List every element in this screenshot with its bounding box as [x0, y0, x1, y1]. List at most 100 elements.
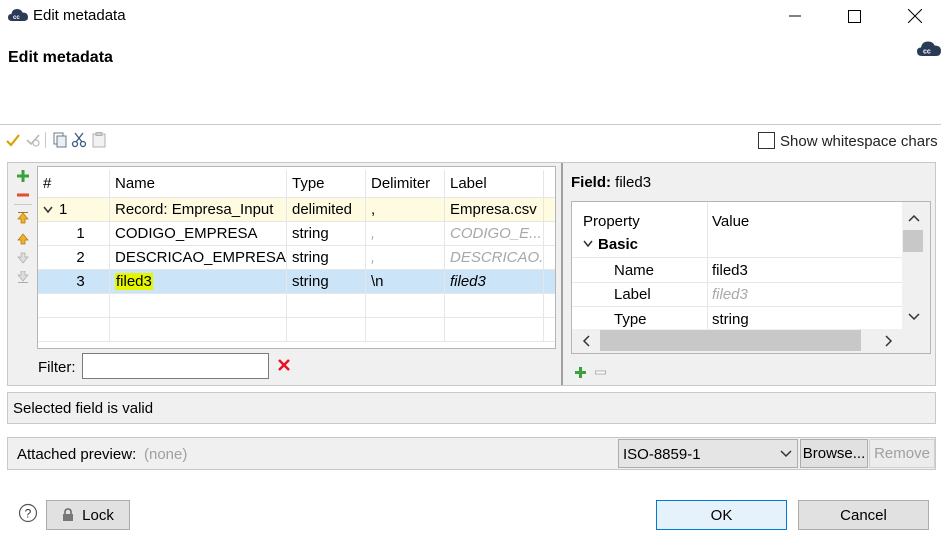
- chevron-left-icon[interactable]: [582, 335, 590, 347]
- remove-button[interactable]: Remove: [869, 439, 935, 468]
- field-name-cell: filed3: [110, 270, 287, 294]
- side-separator: [14, 204, 32, 205]
- add-property-button[interactable]: [575, 365, 586, 378]
- plus-icon: [575, 367, 586, 378]
- column-divider: [707, 202, 708, 329]
- page-title: Edit metadata: [8, 49, 113, 66]
- paste-icon[interactable]: [91, 132, 107, 148]
- record-label: Empresa.csv: [445, 198, 544, 222]
- remove-property-button[interactable]: [595, 365, 606, 376]
- add-field-button[interactable]: [16, 170, 30, 182]
- field-delimiter: ,: [366, 246, 445, 270]
- column-header-value[interactable]: Value: [712, 210, 749, 234]
- column-header-filler: [544, 170, 555, 198]
- field-label: filed3: [445, 270, 544, 294]
- field-delimiter: \n: [366, 270, 445, 294]
- column-header-name[interactable]: Name: [110, 170, 287, 198]
- minus-icon: [595, 370, 606, 375]
- table-row[interactable]: 2 DESCRICAO_EMPRESA string , DESCRICAO..…: [38, 246, 555, 270]
- table-row-selected[interactable]: 3 filed3 string \n filed3: [38, 270, 555, 294]
- browse-button[interactable]: Browse...: [800, 439, 868, 468]
- clear-filter-icon[interactable]: [277, 358, 291, 372]
- preview-value: (none): [144, 446, 188, 463]
- chevron-up-icon[interactable]: [908, 214, 920, 222]
- plus-icon: [17, 170, 29, 182]
- header-divider: [0, 124, 941, 125]
- guess-schema-icon[interactable]: [25, 132, 41, 148]
- lock-button[interactable]: Lock: [46, 500, 130, 530]
- group-basic[interactable]: Basic: [598, 233, 638, 257]
- row-filler: [544, 270, 555, 294]
- cancel-button[interactable]: Cancel: [798, 500, 929, 530]
- close-window-button[interactable]: [892, 0, 938, 32]
- row-filler: [544, 222, 555, 246]
- field-title-prefix: Field:: [571, 174, 611, 191]
- chevron-right-icon[interactable]: [885, 335, 893, 347]
- record-delimiter: ,: [366, 198, 445, 222]
- record-number: 1: [59, 201, 68, 218]
- arrow-down-icon: [17, 252, 29, 264]
- filter-input[interactable]: [82, 353, 269, 379]
- copy-icon[interactable]: [52, 132, 68, 148]
- move-bottom-button[interactable]: [16, 271, 30, 283]
- column-header-label[interactable]: Label: [445, 170, 544, 198]
- preview-label: Attached preview:: [17, 446, 137, 463]
- row-divider: [572, 306, 902, 307]
- maximize-icon: [847, 9, 861, 23]
- column-header-property[interactable]: Property: [583, 210, 640, 234]
- encoding-value: ISO-8859-1: [623, 446, 701, 463]
- field-type: string: [287, 270, 366, 294]
- record-number-cell: 1: [38, 198, 110, 222]
- ok-button[interactable]: OK: [656, 500, 787, 530]
- field-number: 2: [38, 246, 110, 270]
- svg-text:cc: cc: [923, 49, 931, 56]
- toolbar-separator: [45, 132, 46, 148]
- record-filler: [544, 198, 555, 222]
- property-name: Name: [614, 262, 655, 279]
- minimize-button[interactable]: [772, 0, 818, 32]
- field-label: DESCRICAO...: [445, 246, 544, 270]
- move-top-button[interactable]: [16, 212, 30, 224]
- field-number: 1: [38, 222, 110, 246]
- record-row[interactable]: 1 Record: Empresa_Input delimited , Empr…: [38, 198, 555, 222]
- chevron-down-icon[interactable]: [43, 206, 53, 214]
- remove-field-button[interactable]: [16, 189, 30, 201]
- field-name: DESCRICAO_EMPRESA: [110, 246, 287, 270]
- check-schema-icon[interactable]: [5, 132, 21, 148]
- show-whitespace-checkbox[interactable]: [758, 132, 775, 149]
- vertical-scroll-thumb[interactable]: [903, 230, 923, 252]
- empty-row: [38, 318, 555, 342]
- property-value[interactable]: filed3: [712, 283, 748, 307]
- move-bottom-icon: [17, 271, 29, 283]
- horizontal-scroll-thumb[interactable]: [600, 330, 861, 351]
- field-title-value: filed3: [615, 174, 652, 191]
- svg-text:?: ?: [25, 507, 32, 521]
- column-header-delimiter[interactable]: Delimiter: [366, 170, 445, 198]
- help-icon[interactable]: ?: [18, 503, 38, 523]
- chevron-down-icon[interactable]: [908, 313, 920, 321]
- chevron-down-icon[interactable]: [780, 450, 792, 458]
- property-name: Label: [614, 286, 651, 303]
- property-value[interactable]: filed3: [712, 259, 748, 283]
- status-message: Selected field is valid: [13, 400, 154, 417]
- move-down-button[interactable]: [16, 252, 30, 264]
- minimize-icon: [789, 15, 801, 17]
- minus-icon: [17, 193, 29, 197]
- properties-table: Property Value Basic Name filed3 Label f…: [571, 201, 931, 354]
- column-header-type[interactable]: Type: [287, 170, 366, 198]
- column-header-number[interactable]: #: [38, 170, 110, 198]
- field-name: CODIGO_EMPRESA: [110, 222, 287, 246]
- cloud-logo-icon: cc: [917, 41, 941, 56]
- cut-icon[interactable]: [71, 132, 87, 148]
- move-up-button[interactable]: [16, 233, 30, 245]
- maximize-button[interactable]: [831, 0, 877, 32]
- chevron-down-icon[interactable]: [583, 240, 593, 248]
- lock-label: Lock: [82, 506, 114, 524]
- table-header-row: # Name Type Delimiter Label: [38, 167, 555, 198]
- field-delimiter: ,: [366, 222, 445, 246]
- move-top-icon: [17, 212, 29, 224]
- field-name[interactable]: filed3: [115, 273, 153, 290]
- lock-icon: [63, 508, 74, 521]
- table-row[interactable]: 1 CODIGO_EMPRESA string , CODIGO_E...: [38, 222, 555, 246]
- field-type: string: [287, 246, 366, 270]
